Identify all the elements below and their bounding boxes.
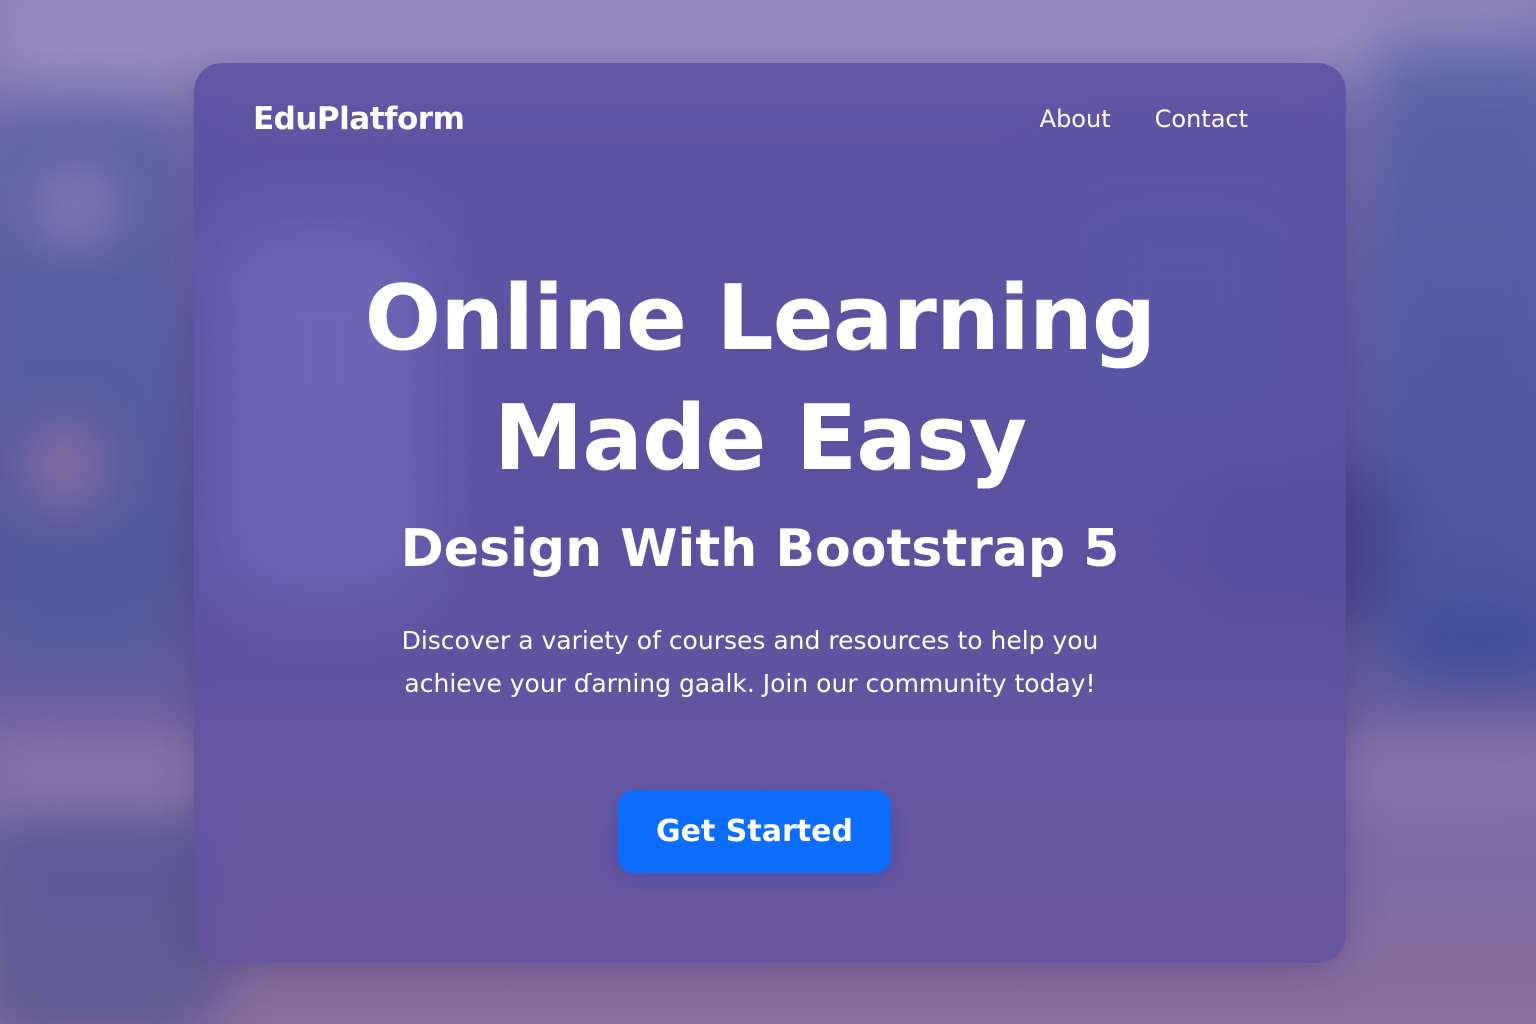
hero-title-line-1: Online Learning: [364, 266, 1157, 371]
hero-description: Discover a variety of courses and resour…: [401, 626, 1099, 698]
nav-link-about[interactable]: About: [1040, 105, 1111, 133]
hero-card: EduPlatform About Contact Online Learnin…: [194, 63, 1346, 963]
background-blur-shape: [25, 420, 105, 510]
background-blur-shape: [1400, 600, 1536, 680]
brand-logo[interactable]: EduPlatform: [253, 101, 465, 137]
hero-title-line-2: Made Easy: [493, 386, 1028, 491]
hero-subtitle: Design With Bootstrap 5: [400, 519, 1120, 579]
background-blur-shape: [30, 160, 120, 250]
background-blur-shape: [0, 820, 220, 1024]
hero-title: Online Learning Made Easy: [194, 259, 1326, 499]
main-nav: About Contact: [1040, 105, 1248, 133]
get-started-button[interactable]: Get Started: [618, 790, 891, 873]
nav-link-contact[interactable]: Contact: [1155, 105, 1248, 133]
